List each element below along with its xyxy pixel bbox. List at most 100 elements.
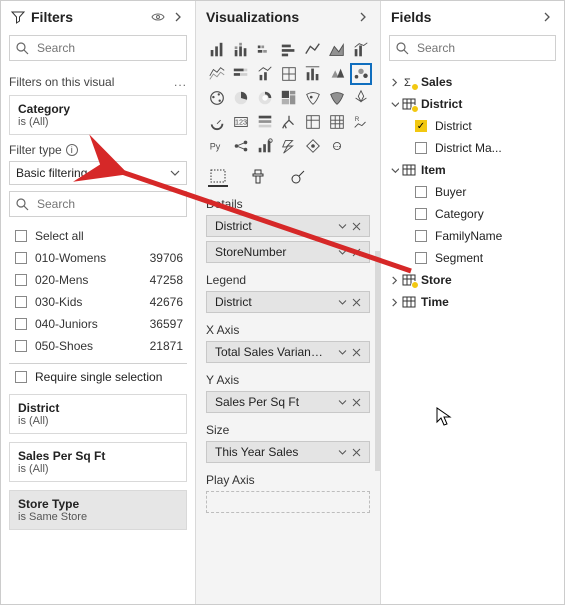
checkbox-icon [415, 142, 427, 154]
collapse-icon[interactable] [358, 12, 372, 22]
filter-value-row[interactable]: 010-Womens39706 [9, 247, 187, 269]
fields-search-input[interactable] [415, 40, 564, 56]
viz-type-icon[interactable] [302, 63, 324, 85]
info-icon[interactable]: i [66, 144, 78, 156]
viz-type-icon[interactable] [230, 39, 252, 61]
fields-field-row[interactable]: District Ma... [387, 137, 562, 159]
require-single-row[interactable]: Require single selection [9, 363, 187, 384]
viz-type-icon[interactable] [302, 135, 324, 157]
viz-type-icon[interactable] [350, 87, 372, 109]
remove-icon[interactable] [349, 222, 363, 231]
viz-type-icon[interactable] [278, 87, 300, 109]
fields-search[interactable] [389, 35, 556, 61]
remove-icon[interactable] [349, 298, 363, 307]
fields-tab-icon[interactable] [208, 167, 228, 187]
viz-type-icon[interactable] [254, 87, 276, 109]
fields-table-row[interactable]: Time [387, 291, 562, 313]
viz-type-icon[interactable] [278, 63, 300, 85]
filter-value-label: 020-Mens [35, 273, 150, 287]
viz-type-icon[interactable] [326, 39, 348, 61]
viz-type-icon[interactable] [350, 39, 372, 61]
table-icon [401, 97, 417, 111]
fields-table-row[interactable]: Store [387, 269, 562, 291]
visualizations-pane: Visualizations 123RPy⋯ Details DistrictS… [196, 1, 381, 604]
filter-value-row[interactable]: 030-Kids42676 [9, 291, 187, 313]
search-icon [16, 42, 29, 55]
fields-field-row[interactable]: Category [387, 203, 562, 225]
analytics-tab-icon[interactable] [288, 167, 308, 187]
filter-card-category[interactable]: Category is (All) [9, 95, 187, 135]
viz-type-icon[interactable] [326, 111, 348, 133]
viz-type-icon[interactable] [278, 111, 300, 133]
remove-icon[interactable] [349, 448, 363, 457]
fields-table-row[interactable]: Item [387, 159, 562, 181]
filter-value-row[interactable]: 050-Shoes21871 [9, 335, 187, 357]
fields-header: Fields [381, 1, 564, 33]
filter-card-district[interactable]: District is (All) [9, 394, 187, 434]
viz-type-icon[interactable]: ⋯ [326, 135, 348, 157]
viz-type-icon[interactable] [206, 111, 228, 133]
filter-type-select[interactable]: Basic filtering [9, 161, 187, 185]
viz-type-icon[interactable] [278, 135, 300, 157]
viz-type-icon[interactable] [302, 111, 324, 133]
filter-value-row[interactable]: 040-Juniors36597 [9, 313, 187, 335]
filter-icon [11, 10, 25, 24]
viz-type-icon[interactable] [278, 39, 300, 61]
viz-type-icon[interactable] [302, 39, 324, 61]
filter-card-salesft[interactable]: Sales Per Sq Ft is (All) [9, 442, 187, 482]
viz-type-icon[interactable] [350, 63, 372, 85]
size-well[interactable]: This Year Sales [206, 441, 370, 463]
details-well[interactable]: District [206, 215, 370, 237]
filter-values-search[interactable] [9, 191, 187, 217]
collapse-icon[interactable] [173, 12, 187, 22]
viz-type-icon[interactable] [206, 39, 228, 61]
viz-type-icon[interactable] [326, 87, 348, 109]
scrollbar[interactable] [375, 251, 380, 471]
viz-type-icon[interactable]: R [350, 111, 372, 133]
viz-type-icon[interactable] [326, 63, 348, 85]
filters-search[interactable] [9, 35, 187, 61]
viz-type-icon[interactable] [254, 135, 276, 157]
fields-field-row[interactable]: Segment [387, 247, 562, 269]
viz-type-icon[interactable]: Py [206, 135, 228, 157]
viz-type-icon[interactable]: 123 [230, 111, 252, 133]
svg-text:⋯: ⋯ [334, 144, 340, 151]
viz-type-icon[interactable] [302, 87, 324, 109]
size-label: Size [196, 417, 380, 439]
filter-value-count: 47258 [150, 273, 187, 287]
fields-field-row[interactable]: Buyer [387, 181, 562, 203]
format-tab-icon[interactable] [248, 167, 268, 187]
preview-icon[interactable] [151, 12, 165, 22]
viz-type-icon[interactable] [230, 135, 252, 157]
filter-value-label: 030-Kids [35, 295, 150, 309]
details-well[interactable]: StoreNumber [206, 241, 370, 263]
filter-value-row[interactable]: 020-Mens47258 [9, 269, 187, 291]
svg-text:Py: Py [210, 142, 221, 152]
viz-type-icon[interactable] [206, 87, 228, 109]
legend-well[interactable]: District [206, 291, 370, 313]
filter-card-storetype[interactable]: Store Type is Same Store [9, 490, 187, 530]
viz-type-icon[interactable] [254, 39, 276, 61]
xaxis-well[interactable]: Total Sales Variance % [206, 341, 370, 363]
checkbox-icon [415, 230, 427, 242]
remove-icon[interactable] [349, 398, 363, 407]
fields-field-row[interactable]: FamilyName [387, 225, 562, 247]
viz-type-icon[interactable] [230, 63, 252, 85]
viz-type-icon[interactable] [206, 63, 228, 85]
more-icon[interactable]: ... [174, 75, 187, 89]
filter-values-list: Select all010-Womens39706020-Mens4725803… [9, 225, 187, 357]
collapse-icon[interactable] [542, 12, 556, 22]
remove-icon[interactable] [349, 348, 363, 357]
fields-field-row[interactable]: District [387, 115, 562, 137]
remove-icon[interactable] [349, 248, 363, 257]
fields-table-row[interactable]: District [387, 93, 562, 115]
yaxis-well[interactable]: Sales Per Sq Ft [206, 391, 370, 413]
viz-type-icon[interactable] [230, 87, 252, 109]
filter-value-row[interactable]: Select all [9, 225, 187, 247]
fields-table-row[interactable]: ΣSales [387, 71, 562, 93]
viz-type-icon[interactable] [254, 111, 276, 133]
filters-search-input[interactable] [35, 40, 194, 56]
playaxis-well[interactable] [206, 491, 370, 513]
filter-values-search-input[interactable] [35, 196, 194, 212]
viz-type-icon[interactable] [254, 63, 276, 85]
